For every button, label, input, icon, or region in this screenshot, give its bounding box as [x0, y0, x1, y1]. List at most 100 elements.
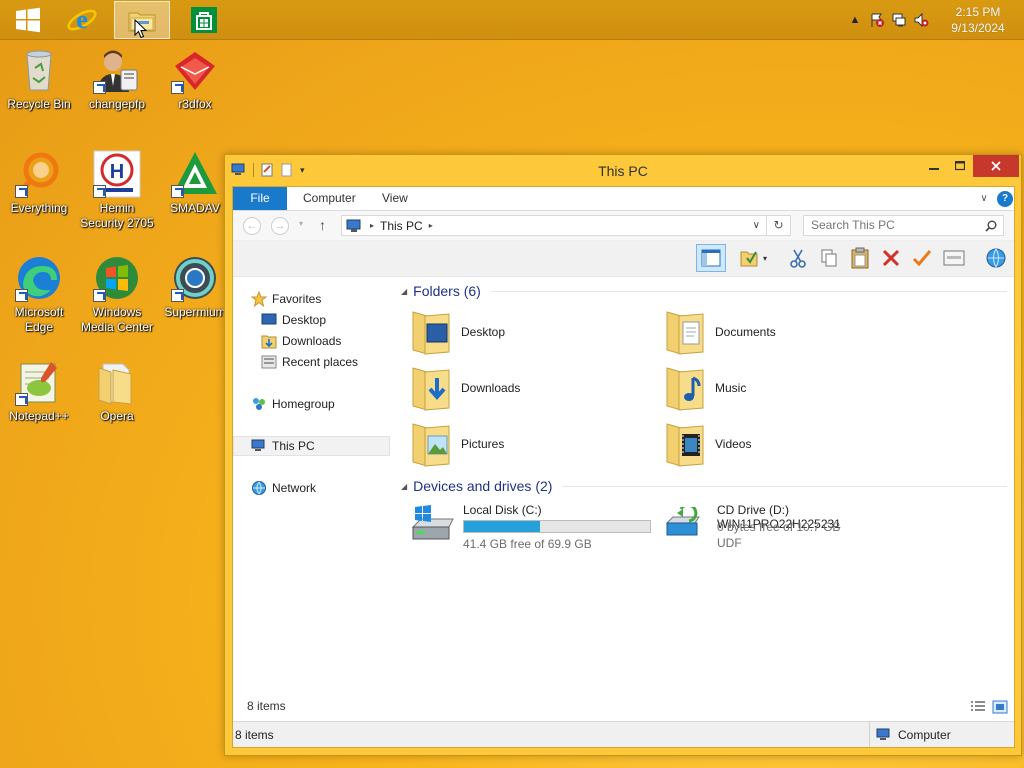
desktop-icon-r3dfox[interactable]: r3dfox: [156, 46, 234, 112]
nav-downloads[interactable]: Downloads: [261, 331, 418, 351]
breadcrumb-separator-icon[interactable]: ▸: [429, 221, 433, 230]
view-switcher: [970, 700, 1008, 714]
refresh-icon[interactable]: ↻: [766, 216, 790, 235]
nav-this-pc[interactable]: This PC: [233, 436, 390, 456]
maximize-button[interactable]: [947, 155, 973, 177]
show-hidden-icons-chevron-icon[interactable]: ▲: [844, 0, 866, 40]
clock[interactable]: 2:15 PM 9/13/2024: [932, 4, 1024, 36]
local-disk-icon: [411, 505, 454, 540]
folder-tile-desktop[interactable]: Desktop: [409, 307, 659, 357]
shortcut-arrow-icon: [15, 289, 28, 302]
network-icon: [251, 480, 267, 496]
paste-button[interactable]: [845, 244, 875, 272]
folder-tile-pictures[interactable]: Pictures: [409, 419, 659, 469]
devices-group-header[interactable]: ◢ Devices and drives (2): [401, 476, 1007, 496]
group-title: Devices and drives (2): [413, 478, 553, 494]
folders-group-header[interactable]: ◢ Folders (6): [401, 281, 1007, 301]
minimize-button[interactable]: [921, 155, 947, 177]
tab-computer[interactable]: Computer: [291, 187, 368, 210]
nav-favorites[interactable]: Favorites: [251, 289, 408, 309]
desktop-icon-smadav[interactable]: SMADAV: [156, 150, 234, 216]
select-dropdown-chevron-icon: ▾: [762, 253, 767, 263]
music-folder-icon: [666, 367, 704, 411]
drive-tile-d[interactable]: CD Drive (D:) WIN11PRO22H225231 0 bytes …: [663, 503, 913, 555]
desktop-icon-recycle-bin[interactable]: Recycle Bin: [0, 46, 78, 112]
downloads-icon: [261, 333, 277, 349]
nav-desktop[interactable]: Desktop: [261, 310, 418, 330]
nav-recent-places[interactable]: Recent places: [261, 352, 418, 372]
store-button[interactable]: [176, 1, 232, 39]
desktop-icon-label: Notepad++: [9, 409, 69, 423]
internet-explorer-button[interactable]: e: [54, 1, 110, 39]
folder-tile-documents[interactable]: Documents: [663, 307, 913, 357]
folder-tile-videos[interactable]: Videos: [663, 419, 913, 469]
large-icons-view-icon[interactable]: [992, 700, 1008, 714]
preview-pane-button[interactable]: [696, 244, 726, 272]
tab-view[interactable]: View: [370, 187, 420, 210]
desktop-icon: [261, 312, 277, 328]
options-button[interactable]: [981, 244, 1011, 272]
desktop-icon-label: Everything: [10, 201, 68, 215]
tab-file[interactable]: File: [233, 187, 287, 210]
group-title: Folders (6): [413, 283, 481, 299]
nav-label: Network: [272, 481, 317, 495]
desktop-icon-hemin-security[interactable]: H Hemin Security 2705: [78, 150, 156, 231]
folder-tile-downloads[interactable]: Downloads: [409, 363, 659, 413]
internet-explorer-icon: e: [67, 5, 97, 34]
start-button[interactable]: [0, 1, 56, 39]
address-dropdown-chevron-icon[interactable]: ∨: [753, 220, 760, 231]
select-button[interactable]: ▾: [733, 244, 773, 272]
group-divider: [490, 290, 1007, 292]
shortcut-arrow-icon: [171, 81, 184, 94]
breadcrumb-separator-icon[interactable]: ▸: [370, 221, 374, 230]
details-view-icon[interactable]: [970, 700, 986, 714]
ribbon-tabs: File Computer View ∨ ?: [233, 187, 1014, 211]
folder-icon: [98, 363, 132, 405]
documents-folder-icon: [666, 311, 704, 355]
desktop-icon-supermium[interactable]: Supermium: [156, 254, 234, 320]
desktop-folder-icon: [412, 311, 450, 355]
folder-tile-music[interactable]: Music: [663, 363, 913, 413]
network-icon[interactable]: [888, 0, 910, 40]
nav-label: Favorites: [272, 292, 322, 306]
forward-button[interactable]: →: [271, 217, 289, 235]
breadcrumb-this-pc[interactable]: This PC: [380, 219, 423, 233]
delete-button[interactable]: [876, 244, 906, 272]
drive-tile-c[interactable]: Local Disk (C:) 41.4 GB free of 69.9 GB: [409, 503, 659, 555]
up-button[interactable]: ↑: [319, 217, 326, 233]
nav-homegroup[interactable]: Homegroup: [251, 394, 408, 414]
nav-network[interactable]: Network: [251, 478, 408, 498]
search-input[interactable]: Search This PC: [803, 215, 1004, 236]
address-field[interactable]: ▸ This PC ▸ ∨ ↻: [341, 215, 791, 236]
desktop-icon-opera[interactable]: Opera: [78, 358, 156, 424]
desktop-icon-notepad-plus-plus[interactable]: Notepad++: [0, 358, 78, 424]
desktop-icon-windows-media-center[interactable]: Windows Media Center: [78, 254, 156, 335]
preview-pane-icon: [701, 249, 721, 267]
desktop-icon-microsoft-edge[interactable]: Microsoft Edge: [0, 254, 78, 335]
cut-button[interactable]: [783, 244, 813, 272]
action-center-flag-icon[interactable]: [866, 0, 888, 40]
folder-label: Pictures: [461, 437, 505, 451]
close-button[interactable]: [973, 155, 1019, 177]
expand-ribbon-chevron-icon[interactable]: ∨: [976, 191, 992, 207]
svg-text:H: H: [110, 161, 124, 183]
desktop-icon-label: Supermium: [164, 305, 226, 319]
copy-button[interactable]: [814, 244, 844, 272]
volume-muted-icon[interactable]: [910, 0, 932, 40]
title-bar[interactable]: ▾ This PC: [225, 155, 1021, 187]
cut-icon: [790, 249, 806, 268]
desktop-icon-changepfp[interactable]: changepfp: [78, 46, 156, 112]
recent-locations-chevron-icon[interactable]: ▾: [299, 219, 303, 228]
videos-folder-icon: [666, 423, 704, 467]
star-icon: [251, 291, 267, 307]
back-button[interactable]: ←: [243, 217, 261, 235]
system-tray: ▲ 2:15 PM 9/13/2024: [844, 0, 1024, 40]
collapse-triangle-icon: ◢: [401, 286, 408, 296]
downloads-folder-icon: [412, 367, 450, 411]
help-icon[interactable]: ?: [997, 191, 1013, 207]
nav-label: Recent places: [282, 355, 359, 369]
desktop-icon-everything[interactable]: Everything: [0, 150, 78, 216]
mouse-pointer-icon: [134, 19, 148, 39]
rename-button[interactable]: [907, 244, 937, 272]
properties-button[interactable]: [939, 244, 969, 272]
